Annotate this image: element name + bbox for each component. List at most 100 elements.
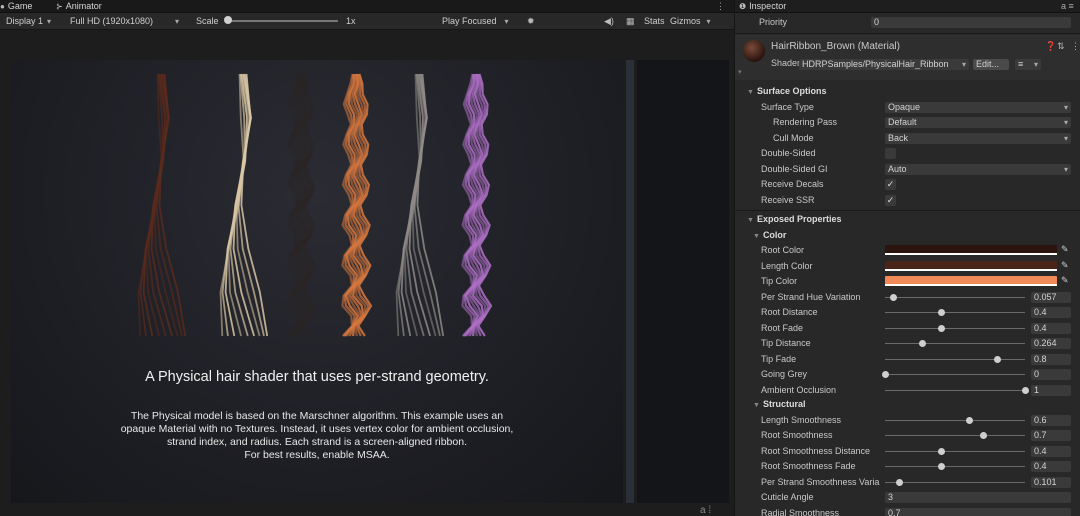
slider-value-field[interactable]: 0.101 [1031, 476, 1071, 488]
cuticle-angle-row: Cuticle Angle 3 [735, 490, 1080, 506]
slider-track[interactable] [885, 466, 1025, 467]
lock-icon[interactable]: a ≡ [1061, 0, 1074, 12]
settings-icon[interactable]: ⇅ [1057, 39, 1065, 54]
slider-handle[interactable] [896, 478, 904, 486]
double-sided-gi-row: Double-Sided GI Auto [735, 162, 1080, 178]
gizmos-button[interactable]: Gizmos ▾ [670, 13, 711, 29]
slider-handle[interactable] [882, 371, 889, 378]
play-mode-label: Play Focused [442, 16, 497, 26]
shortcuts-icon[interactable]: ▦ [626, 13, 635, 29]
eyedropper-icon[interactable]: ✎ [1061, 260, 1069, 271]
slider-value-field[interactable]: 0.8 [1031, 353, 1071, 365]
caption-line: opaque Material with no Textures. Instea… [120, 423, 514, 435]
help-icon[interactable]: ❓ [1045, 39, 1056, 54]
more-options-icon[interactable]: ⋮ [716, 0, 725, 12]
receive-decals-checkbox[interactable]: ✓ [885, 179, 896, 190]
cull-mode-label: Cull Mode [773, 132, 814, 143]
length-color-swatch[interactable] [885, 260, 1057, 271]
tab-animator[interactable]: ⊱ Animator [56, 0, 102, 12]
exposed-properties-header[interactable]: ▼ Exposed Properties [735, 212, 1080, 228]
slider-handle[interactable] [938, 324, 945, 332]
slider-handle[interactable] [938, 447, 945, 455]
slider-handle[interactable] [1022, 386, 1029, 394]
slider-track[interactable] [885, 312, 1025, 313]
color-section-title: ▼ Color [753, 229, 787, 240]
slider-handle[interactable] [918, 340, 926, 347]
shader-options-icon[interactable]: ≡ [1015, 59, 1041, 70]
slider-track[interactable] [885, 419, 1025, 421]
slider-value-field[interactable]: 0.057 [1031, 291, 1071, 303]
slider-track[interactable] [885, 327, 1025, 329]
eyedropper-icon[interactable]: ✎ [1061, 244, 1069, 255]
slider-track[interactable] [885, 389, 1025, 391]
eyedropper-icon[interactable]: ✎ [1061, 275, 1069, 286]
scale-slider-handle[interactable] [224, 16, 232, 24]
slider-label: Tip Distance [761, 338, 811, 348]
slider-handle[interactable] [980, 432, 987, 439]
surface-type-dropdown[interactable]: Opaque [885, 101, 1071, 113]
double-sided-gi-dropdown[interactable]: Auto [885, 163, 1071, 175]
slider-track[interactable] [885, 343, 1025, 344]
resolution-dropdown[interactable]: Full HD (1920x1080) ▾ [70, 13, 179, 29]
color-section-header[interactable]: ▼ Color [735, 228, 1080, 244]
cull-mode-dropdown[interactable]: Back [885, 132, 1071, 144]
slider-handle[interactable] [889, 293, 897, 301]
slider-value-field[interactable]: 0 [1031, 369, 1071, 380]
chevron-down-icon: ▾ [706, 17, 711, 26]
radial-smoothness-field[interactable]: 0.7 [885, 507, 1071, 516]
material-header: HairRibbon_Brown (Material) ❓ ⇅ ⋮ Shader… [735, 35, 1080, 80]
slider-track[interactable] [885, 481, 1025, 483]
scale-slider-track[interactable] [226, 20, 338, 22]
slider-track[interactable] [885, 450, 1025, 452]
cuticle-angle-field[interactable]: 3 [885, 492, 1071, 503]
slider-value-field[interactable]: 0.4 [1031, 322, 1071, 334]
foldout-icon[interactable]: ▾ [738, 65, 742, 80]
slider-value-field[interactable]: 0.4 [1031, 307, 1071, 318]
slider-value-field[interactable]: 1 [1031, 384, 1071, 396]
slider-track[interactable] [885, 358, 1025, 360]
tab-animator-label: Animator [65, 1, 102, 11]
game-view-render[interactable]: A Physical hair shader that uses per-str… [11, 60, 623, 503]
receive-ssr-checkbox[interactable]: ✓ [885, 194, 896, 206]
slider-handle[interactable] [938, 309, 945, 316]
slider-handle[interactable] [938, 463, 945, 470]
color-slider-row: Going Grey 0 [735, 367, 1080, 383]
tip-color-swatch[interactable] [885, 276, 1057, 286]
slider-label: Per Strand Smoothness Varia [761, 476, 880, 487]
structural-section-header[interactable]: ▼ Structural [735, 397, 1080, 413]
priority-field[interactable]: 0 [871, 17, 1071, 28]
slider-value-field[interactable]: 0.4 [1031, 445, 1071, 457]
display-dropdown[interactable]: Display 1 ▾ [6, 13, 51, 29]
mute-audio-icon[interactable]: ◀) [604, 13, 614, 29]
tab-inspector[interactable]: ❶ Inspector [739, 0, 786, 12]
surface-options-header[interactable]: ▼ Surface Options [735, 84, 1080, 100]
color-slider-row: Per Strand Hue Variation 0.057 [735, 290, 1080, 306]
receive-decals-row: Receive Decals ✓ [735, 177, 1080, 193]
slider-track[interactable] [885, 374, 1025, 375]
slider-value-field[interactable]: 0.4 [1031, 461, 1071, 472]
more-options-icon[interactable]: ⋮ [1071, 39, 1080, 54]
hair-strand [219, 73, 269, 337]
structural-slider-row: Length Smoothness 0.6 [735, 413, 1080, 429]
play-mode-dropdown[interactable]: Play Focused ▾ [442, 13, 509, 29]
slider-label: Tip Fade [761, 353, 797, 364]
stats-button[interactable]: Stats [644, 13, 665, 29]
double-sided-checkbox[interactable] [885, 148, 896, 159]
root-color-swatch[interactable] [885, 245, 1057, 255]
slider-value-field[interactable]: 0.7 [1031, 430, 1071, 441]
slider-value-field[interactable]: 0.264 [1031, 338, 1071, 349]
slider-track[interactable] [885, 296, 1025, 298]
debug-bug-icon[interactable]: ✹ [527, 13, 535, 29]
slider-track[interactable] [885, 435, 1025, 436]
scale-value: 1x [346, 16, 356, 26]
hair-strand [137, 73, 187, 337]
tab-game[interactable]: ● Game [0, 0, 32, 12]
rendering-pass-dropdown[interactable]: Default [885, 117, 1071, 128]
slider-handle[interactable] [966, 416, 973, 424]
edit-shader-button[interactable]: Edit... [973, 59, 1009, 70]
slider-handle[interactable] [994, 355, 1001, 363]
slider-value-field[interactable]: 0.6 [1031, 414, 1071, 426]
structural-slider-row: Per Strand Smoothness Varia 0.101 [735, 475, 1080, 491]
lock-icon[interactable]: a ⁞ [700, 505, 711, 516]
shader-dropdown[interactable]: HDRPSamples/PhysicalHair_Ribbon [799, 59, 969, 70]
